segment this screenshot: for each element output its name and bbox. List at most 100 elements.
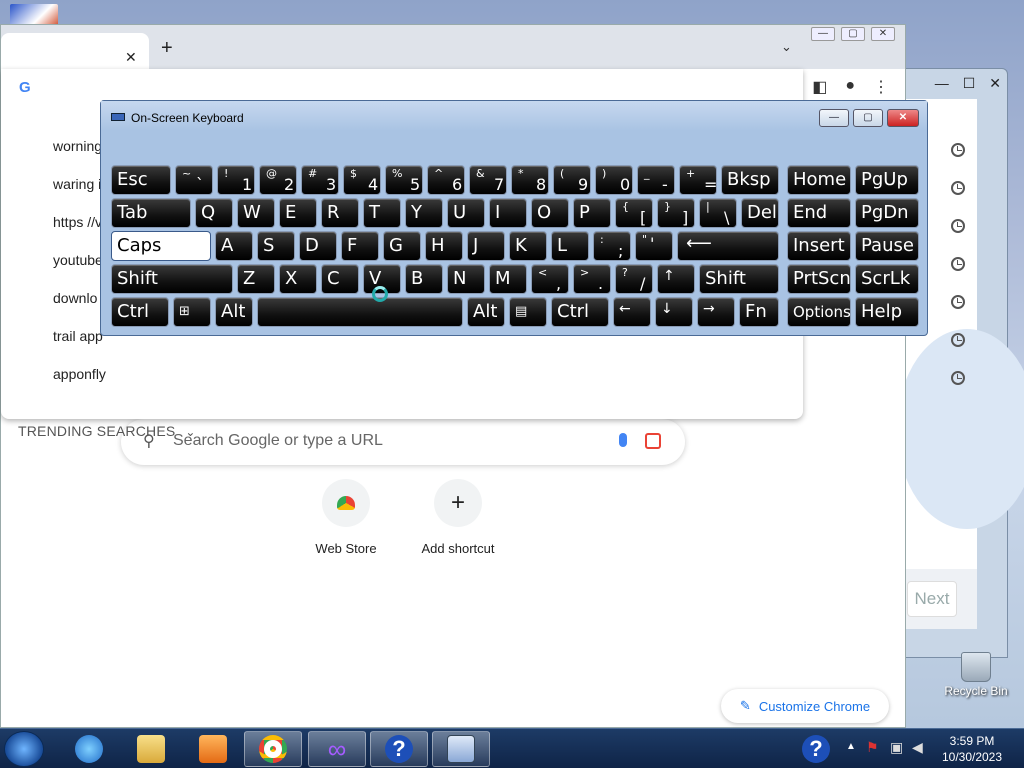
microphone-icon[interactable]: [619, 433, 627, 447]
key-equals[interactable]: + =: [679, 165, 717, 195]
key-caps[interactable]: Caps: [111, 231, 211, 261]
key-right-ctrl[interactable]: Ctrl: [551, 297, 609, 327]
key-fn[interactable]: Fn: [739, 297, 779, 327]
key-i[interactable]: I: [489, 198, 527, 228]
key-left-shift[interactable]: Shift: [111, 264, 233, 294]
key-f[interactable]: F: [341, 231, 379, 261]
volume-icon[interactable]: ◀: [912, 739, 923, 756]
maximize-icon[interactable]: ▢: [841, 27, 865, 41]
key-open-bracket[interactable]: {[: [615, 198, 653, 228]
trending-searches-toggle[interactable]: TRENDING SEARCHES ⌄: [18, 423, 196, 439]
key-right-shift[interactable]: Shift: [699, 264, 779, 294]
menu-icon[interactable]: ⋮: [873, 77, 889, 97]
recycle-bin[interactable]: Recycle Bin: [940, 652, 1012, 698]
side-panel-icon[interactable]: ◧: [812, 77, 827, 97]
key-4[interactable]: $4: [343, 165, 381, 195]
key-backslash[interactable]: | \: [699, 198, 737, 228]
key-h[interactable]: H: [425, 231, 463, 261]
system-clock[interactable]: 3:59 PM 10/30/2023: [932, 733, 1012, 765]
key-o[interactable]: O: [531, 198, 569, 228]
key-b[interactable]: B: [405, 264, 443, 294]
key-end[interactable]: End: [787, 198, 851, 228]
key-quote[interactable]: " ': [635, 231, 673, 261]
key-k[interactable]: K: [509, 231, 547, 261]
close-icon[interactable]: ✕: [887, 109, 919, 127]
key-q[interactable]: Q: [195, 198, 233, 228]
action-center-icon[interactable]: ⚑: [866, 739, 879, 756]
taskbar-media-player[interactable]: [184, 731, 242, 767]
key-minus[interactable]: _ -: [637, 165, 675, 195]
taskbar-explorer[interactable]: [122, 731, 180, 767]
key-2[interactable]: @2: [259, 165, 297, 195]
key-d[interactable]: D: [299, 231, 337, 261]
close-icon[interactable]: ✕: [871, 27, 895, 41]
key-z[interactable]: Z: [237, 264, 275, 294]
taskbar-on-screen-keyboard[interactable]: [432, 731, 490, 767]
key-5[interactable]: % 5: [385, 165, 423, 195]
on-screen-keyboard-window[interactable]: On-Screen Keyboard — ▢ ✕ Esc ~ ` ! 1 @2 #3…: [100, 100, 928, 336]
key-r[interactable]: R: [321, 198, 359, 228]
key-0[interactable]: ) 0: [595, 165, 633, 195]
key-e[interactable]: E: [279, 198, 317, 228]
key-menu[interactable]: ▤: [509, 297, 547, 327]
key-m[interactable]: M: [489, 264, 527, 294]
key-tilde[interactable]: ~ `: [175, 165, 213, 195]
new-tab-icon[interactable]: +: [161, 37, 173, 60]
maximize-icon[interactable]: ☐: [963, 75, 976, 92]
key-space[interactable]: [257, 297, 463, 327]
key-semicolon[interactable]: :;: [593, 231, 631, 261]
key-prtscn[interactable]: PrtScn: [787, 264, 851, 294]
maximize-icon[interactable]: ▢: [853, 109, 883, 127]
key-a[interactable]: A: [215, 231, 253, 261]
key-windows[interactable]: ⊞: [173, 297, 211, 327]
network-icon[interactable]: ▣: [890, 739, 903, 756]
key-arrow-up[interactable]: ↑: [657, 264, 695, 294]
key-insert[interactable]: Insert: [787, 231, 851, 261]
key-8[interactable]: * 8: [511, 165, 549, 195]
lens-icon[interactable]: [645, 433, 661, 449]
show-hidden-icons-icon[interactable]: ▲: [846, 741, 856, 752]
profile-icon[interactable]: ●: [845, 77, 855, 97]
key-1[interactable]: ! 1: [217, 165, 255, 195]
key-slash[interactable]: ? /: [615, 264, 653, 294]
key-3[interactable]: #3: [301, 165, 339, 195]
key-enter[interactable]: ⟵: [677, 231, 779, 261]
taskbar-help[interactable]: ?: [370, 731, 428, 767]
close-icon[interactable]: ✕: [989, 75, 1001, 92]
key-w[interactable]: W: [237, 198, 275, 228]
minimize-icon[interactable]: —: [935, 75, 949, 92]
key-9[interactable]: (9: [553, 165, 591, 195]
key-right-alt[interactable]: Alt: [467, 297, 505, 327]
next-button[interactable]: Next: [907, 581, 957, 617]
key-6[interactable]: ^ 6: [427, 165, 465, 195]
key-u[interactable]: U: [447, 198, 485, 228]
taskbar-chrome[interactable]: [244, 731, 302, 767]
minimize-icon[interactable]: —: [811, 27, 835, 41]
key-n[interactable]: N: [447, 264, 485, 294]
shortcut-add[interactable]: + Add shortcut: [408, 479, 508, 556]
start-button[interactable]: [4, 731, 44, 767]
key-backspace[interactable]: Bksp: [721, 165, 779, 195]
key-j[interactable]: J: [467, 231, 505, 261]
key-period[interactable]: >.: [573, 264, 611, 294]
key-7[interactable]: & 7: [469, 165, 507, 195]
customize-chrome-button[interactable]: ✎ Customize Chrome: [721, 689, 889, 723]
key-arrow-down[interactable]: ↓: [655, 297, 693, 327]
key-arrow-left[interactable]: ←: [613, 297, 651, 327]
key-options[interactable]: Options: [787, 297, 851, 327]
key-x[interactable]: X: [279, 264, 317, 294]
suggestion-item[interactable]: apponfly: [19, 355, 965, 393]
tab-search-chevron-icon[interactable]: ⌄: [781, 39, 792, 55]
close-tab-icon[interactable]: ✕: [125, 49, 137, 66]
key-pause[interactable]: Pause: [855, 231, 919, 261]
key-left-ctrl[interactable]: Ctrl: [111, 297, 169, 327]
key-pgdn[interactable]: PgDn: [855, 198, 919, 228]
key-c[interactable]: C: [321, 264, 359, 294]
key-y[interactable]: Y: [405, 198, 443, 228]
taskbar-ie[interactable]: [60, 731, 118, 767]
key-t[interactable]: T: [363, 198, 401, 228]
taskbar-app-infinity[interactable]: ∞: [308, 731, 366, 767]
key-comma[interactable]: <,: [531, 264, 569, 294]
search-box[interactable]: ⚲ Search Google or type a URL: [121, 419, 685, 465]
key-help[interactable]: Help: [855, 297, 919, 327]
